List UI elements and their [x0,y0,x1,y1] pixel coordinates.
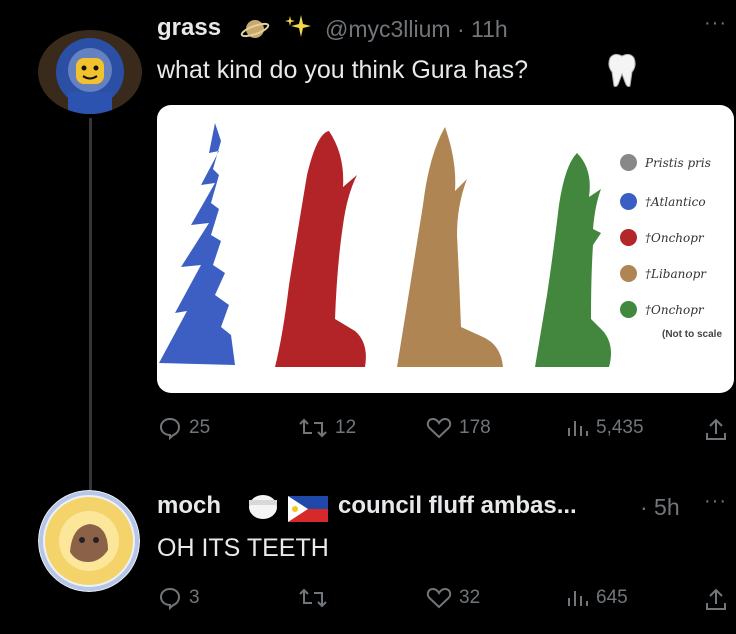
share-icon [706,418,726,440]
legend-item-3: †Onchopr [620,229,704,246]
avatar-grass[interactable] [38,30,142,114]
tweet2-text: OH ITS TEETH [157,534,329,562]
reply-icon [159,417,181,440]
reply-icon [159,587,181,610]
reply-count: 25 [189,417,211,438]
tweet1-handle-time[interactable]: @myc3llium · 11h [325,16,508,43]
teeth-illustration [159,123,611,367]
blue-tooth-shape [159,123,235,365]
legend-item-1: Pristis pris [620,154,711,171]
views-button[interactable]: 5,435 [565,416,644,440]
legend-label-5: †Onchopr [645,303,704,317]
like-button[interactable]: 178 [426,416,491,440]
views-count: 5,435 [596,417,644,438]
reply-button[interactable]: 25 [158,416,210,440]
views-count-2: 645 [596,587,628,608]
like-count: 178 [459,417,491,438]
tweet2-display-name[interactable]: moch [157,492,221,520]
share-button[interactable] [704,416,728,442]
views-chart-icon [568,591,588,606]
white-circle-icon [246,492,280,527]
legend-swatch-1 [620,154,637,171]
views-button-2[interactable]: 645 [565,586,628,610]
legend-item-5: †Onchopr [620,301,704,318]
reply-button-2[interactable]: 3 [158,586,200,610]
retweet-button[interactable]: 12 [298,416,356,440]
legend-item-2: †Atlantico [620,193,706,210]
legend-swatch-5 [620,301,637,318]
tweet2-time[interactable]: · 5h [640,494,680,521]
green-tooth-shape [535,153,611,367]
tan-tooth-shape [397,127,503,367]
retweet-icon [299,418,327,438]
legend-swatch-3 [620,229,637,246]
avatar-moch[interactable] [38,490,140,592]
heart-icon [426,417,452,439]
legend-swatch-4 [620,265,637,282]
tweet1-image-card[interactable]: Pristis pris †Atlantico †Onchopr †Libano… [157,105,734,393]
legend-label-3: †Onchopr [645,231,704,245]
retweet-icon [299,588,327,608]
reply-count-2: 3 [189,587,200,608]
retweet-count: 12 [335,417,357,438]
more-options-button[interactable]: ··· [704,12,727,35]
legend-label-2: †Atlantico [645,195,706,209]
tweet2-display-suffix[interactable]: council fluff ambas... [338,492,577,520]
legend-item-4: †Libanopr [620,265,707,282]
legend-swatch-2 [620,193,637,210]
thread-connector-line [89,118,92,490]
retweet-button-2[interactable] [298,586,335,610]
like-button-2[interactable]: 32 [426,586,480,610]
sparkles-icon [283,12,313,47]
tweet1-display-name[interactable]: grass [157,14,221,42]
heart-icon [426,587,452,609]
more-options-button-2[interactable]: ··· [704,490,727,513]
tweet1-text: what kind do you think Gura has? [157,56,529,84]
legend-label-1: Pristis pris [645,156,711,170]
legend-label-4: †Libanopr [645,267,707,281]
tooth-icon [605,52,639,93]
ringed-planet-icon [240,14,270,49]
scale-note: (Not to scale [662,329,723,340]
like-count-2: 32 [459,587,481,608]
red-tooth-shape [275,131,366,367]
share-button-2[interactable] [704,586,728,612]
views-chart-icon [568,421,588,436]
share-icon [706,588,726,610]
philippines-flag-icon [288,496,328,527]
